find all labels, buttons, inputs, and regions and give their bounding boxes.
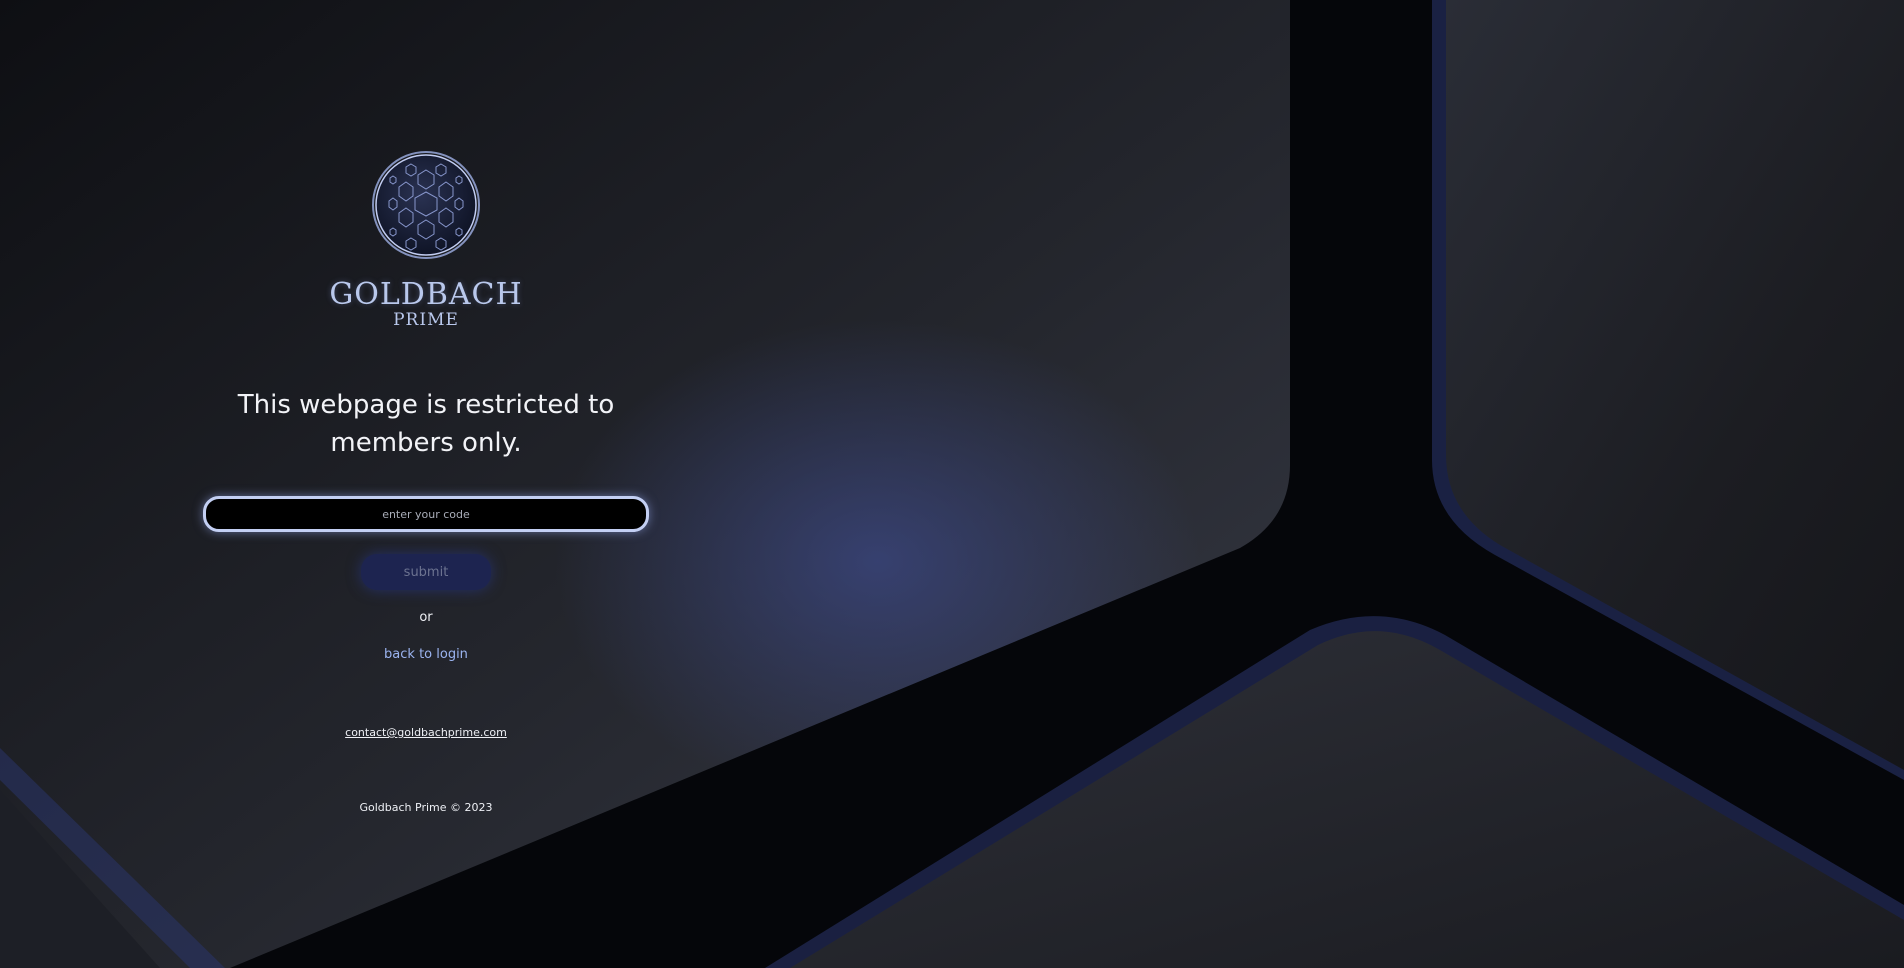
restricted-page: GOLDBACH PRIME This webpage is restricte… — [0, 0, 1904, 968]
code-input[interactable] — [203, 496, 649, 532]
back-to-login-link[interactable]: back to login — [384, 647, 468, 662]
restricted-message: This webpage is restricted to members on… — [237, 390, 615, 458]
copyright-text: Goldbach Prime © 2023 — [359, 801, 493, 814]
login-panel: GOLDBACH PRIME This webpage is restricte… — [186, 150, 666, 814]
brand-subname: PRIME — [393, 310, 459, 330]
hexagon-sphere-icon — [372, 151, 480, 259]
contact-email-link[interactable]: contact@goldbachprime.com — [345, 726, 507, 739]
submit-button[interactable]: submit — [361, 554, 491, 590]
or-separator: or — [419, 610, 433, 625]
brand-name: GOLDBACH — [329, 277, 523, 312]
